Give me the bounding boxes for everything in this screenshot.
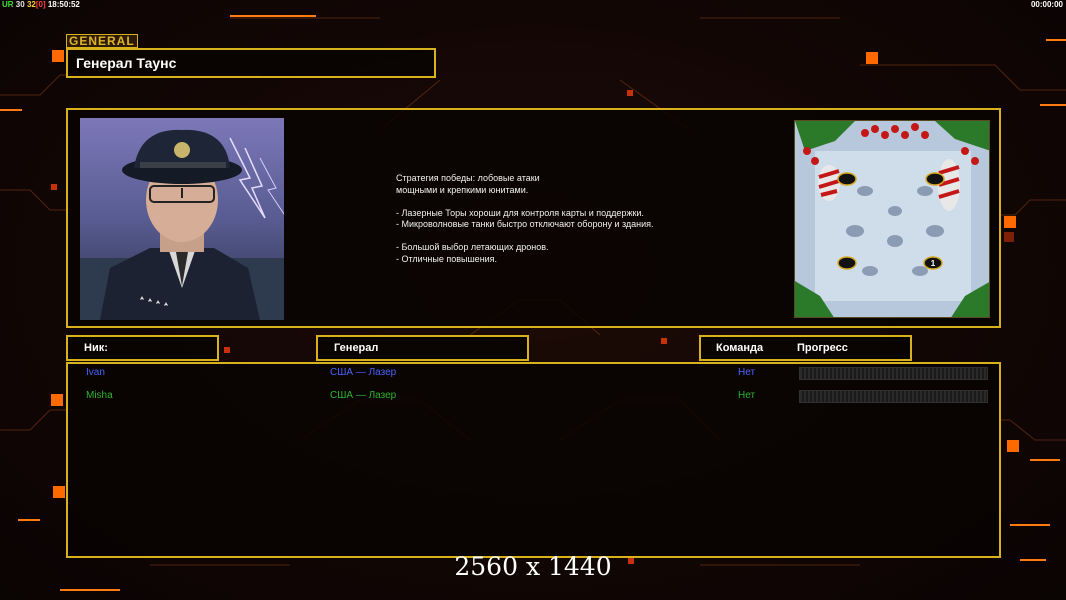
player-general: США — Лазер [330, 390, 397, 401]
fps-value-a: 30 [15, 0, 25, 9]
column-header-progress: Прогресс [797, 342, 848, 354]
general-name-title: Генерал Таунс [66, 48, 436, 78]
player-nick: Ivan [86, 367, 105, 378]
general-portrait [80, 118, 284, 320]
accent-square [866, 52, 878, 64]
system-clock: 18:50:52 [47, 0, 80, 9]
player-team: Нет [738, 390, 756, 401]
column-header-team: Команда [716, 342, 764, 354]
accent-square [52, 50, 64, 62]
description-line: мощными и крепкими юнитами. [396, 184, 529, 195]
description-line: - Лазерные Торы хороши для контроля карт… [396, 207, 644, 218]
description-line: - Большой выбор летающих дронов. [396, 242, 549, 252]
player-general: США — Лазер [330, 367, 397, 378]
accent-square [1007, 440, 1019, 452]
portrait-image [80, 118, 284, 320]
description-line [396, 196, 716, 208]
player-row: Misha США — Лазер Нет [68, 388, 999, 404]
column-header-general: Генерал [316, 335, 529, 361]
fps-counter: UR 30 32[0] 18:50:52 [2, 0, 80, 10]
accent-square [51, 184, 57, 190]
start-position-marker: 1 [931, 259, 936, 268]
resolution-label: 2560 x 1440 [454, 552, 612, 581]
players-panel: Ivan США — Лазер Нет Misha США — Лазер Н… [66, 362, 1001, 558]
player-nick: Misha [86, 390, 113, 401]
player-progress-bar [799, 390, 988, 403]
column-header-team-progress: Команда Прогресс [699, 335, 912, 361]
accent-square [51, 394, 63, 406]
description-line: - Отличные повышения. [396, 253, 498, 264]
fps-value-c: [0] [35, 0, 46, 9]
fps-prefix: UR [2, 0, 14, 9]
player-team: Нет [738, 367, 756, 378]
player-progress-bar [799, 367, 988, 380]
description-line: Стратегия победы: лобовые атаки [396, 173, 540, 183]
accent-square [224, 347, 230, 353]
fps-value-b: 32 [26, 0, 36, 9]
accent-square [53, 486, 65, 498]
accent-square [1004, 232, 1014, 242]
general-tag: GENERAL [66, 34, 138, 48]
map-preview: 1 [794, 120, 990, 318]
description-line [396, 231, 716, 243]
column-header-nick: Ник: [66, 335, 219, 361]
map-image: 1 [795, 121, 989, 317]
accent-square [627, 90, 633, 96]
player-row: Ivan США — Лазер Нет [68, 365, 999, 381]
description-line: - Микроволновые танки быстро отключают о… [396, 219, 654, 229]
accent-square [661, 338, 667, 344]
accent-square [1004, 216, 1016, 228]
general-description: Стратегия победы: лобовые атаки мощными … [396, 173, 716, 265]
game-timer: 00:00:00 [1030, 0, 1063, 9]
